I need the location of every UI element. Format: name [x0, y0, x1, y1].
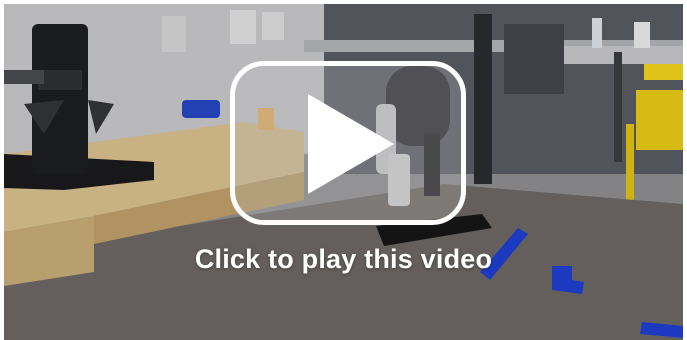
play-video-caption[interactable]: Click to play this video: [4, 244, 683, 275]
play-button[interactable]: [230, 61, 466, 225]
video-player[interactable]: Click to play this video: [4, 4, 683, 340]
play-icon: [308, 94, 394, 194]
